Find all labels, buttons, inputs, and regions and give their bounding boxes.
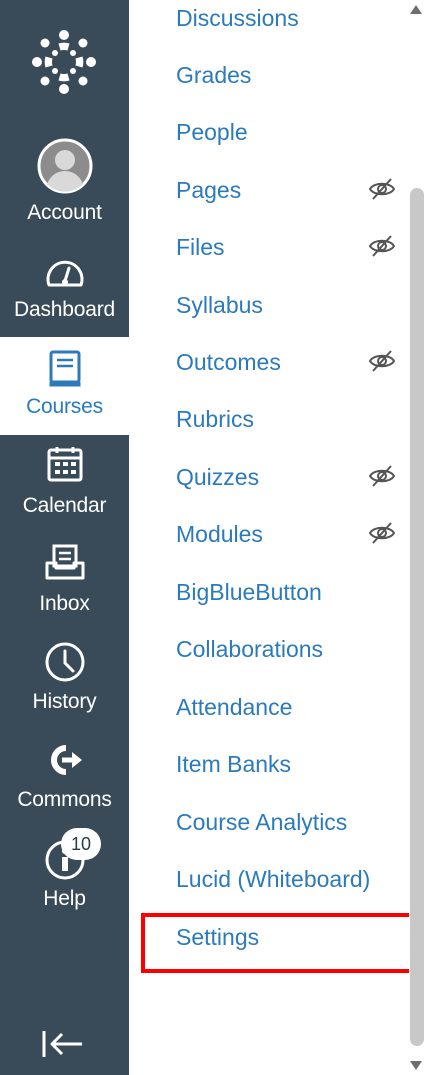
course-nav-quizzes[interactable]: Quizzes xyxy=(176,462,259,492)
scrollbar-thumb[interactable] xyxy=(410,188,424,1046)
nav-account-label: Account xyxy=(27,201,102,224)
nav-calendar[interactable]: Calendar xyxy=(0,436,129,534)
course-nav-outcomes[interactable]: Outcomes xyxy=(176,347,281,377)
course-nav-course-analytics[interactable]: Course Analytics xyxy=(176,807,347,837)
nav-history[interactable]: History xyxy=(0,632,129,730)
eye-slash-icon xyxy=(368,465,396,487)
institution-logo[interactable] xyxy=(28,26,100,98)
course-nav-item-banks[interactable]: Item Banks xyxy=(176,749,291,779)
canvas-logo-icon xyxy=(32,30,96,94)
nav-inbox-label: Inbox xyxy=(39,592,90,615)
course-nav-lucid-whiteboard[interactable]: Lucid (Whiteboard) xyxy=(176,864,370,894)
nav-courses[interactable]: Courses xyxy=(0,337,129,435)
eye-slash-icon xyxy=(368,178,396,200)
course-nav-modules[interactable]: Modules xyxy=(176,519,263,549)
course-nav-people[interactable]: People xyxy=(176,117,248,147)
eye-slash-icon xyxy=(368,522,396,544)
eye-slash-icon xyxy=(368,350,396,372)
nav-inbox[interactable]: Inbox xyxy=(0,534,129,632)
eye-slash-icon xyxy=(368,235,396,257)
scroll-up-arrow-icon[interactable] xyxy=(408,2,424,16)
course-nav-syllabus[interactable]: Syllabus xyxy=(176,290,263,320)
course-nav-attendance[interactable]: Attendance xyxy=(176,692,292,722)
nav-calendar-label: Calendar xyxy=(22,494,107,517)
help-notification-badge: 10 xyxy=(61,828,101,860)
collapse-nav-button[interactable] xyxy=(40,1027,84,1061)
nav-history-label: History xyxy=(32,690,97,713)
commons-icon xyxy=(50,745,82,775)
course-nav-rubrics[interactable]: Rubrics xyxy=(176,404,254,434)
course-nav-discussions[interactable]: Discussions xyxy=(176,3,299,33)
nav-courses-label: Courses xyxy=(26,395,103,418)
nav-commons-label: Commons xyxy=(17,788,112,811)
nav-help-label: Help xyxy=(43,887,86,910)
nav-commons[interactable]: Commons xyxy=(0,730,129,828)
course-nav-bigbluebutton[interactable]: BigBlueButton xyxy=(176,577,322,607)
dashboard-icon xyxy=(46,260,83,287)
settings-highlight-box xyxy=(141,913,415,973)
scroll-down-arrow-icon[interactable] xyxy=(408,1059,424,1073)
course-nav-grades[interactable]: Grades xyxy=(176,60,251,90)
history-icon xyxy=(45,642,84,682)
nav-dashboard-label: Dashboard xyxy=(14,298,115,321)
course-nav-collaborations[interactable]: Collaborations xyxy=(176,634,323,664)
course-nav-pages[interactable]: Pages xyxy=(176,175,241,205)
nav-account[interactable]: Account xyxy=(0,130,129,228)
global-navigation: Account Dashboard Courses Calendar Inbox… xyxy=(0,0,129,1075)
calendar-icon xyxy=(47,447,82,482)
nav-dashboard[interactable]: Dashboard xyxy=(0,240,129,337)
course-nav-files[interactable]: Files xyxy=(176,232,225,262)
courses-icon xyxy=(49,350,80,387)
collapse-arrow-icon xyxy=(42,1031,82,1057)
avatar-icon xyxy=(37,138,92,194)
inbox-icon xyxy=(45,544,84,580)
